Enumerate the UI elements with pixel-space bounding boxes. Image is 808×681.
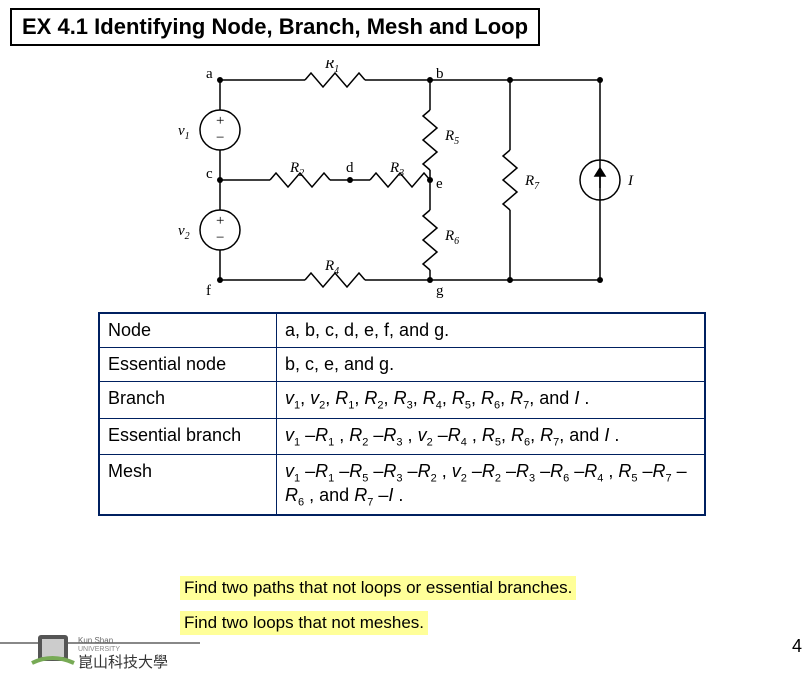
r5-label: R5 xyxy=(444,128,459,147)
v1-minus: − xyxy=(216,130,224,146)
r4-label: R4 xyxy=(324,258,339,277)
row-node-value: a, b, c, d, e, f, and g. xyxy=(277,313,706,348)
node-b-label: b xyxy=(436,66,444,82)
row-branch-label: Branch xyxy=(99,382,277,419)
v1-plus: + xyxy=(216,113,224,129)
row-mesh-label: Mesh xyxy=(99,455,277,516)
question-2: Find two loops that not meshes. xyxy=(180,611,428,635)
r6-label: R6 xyxy=(444,228,459,247)
svg-text:UNIVERSITY: UNIVERSITY xyxy=(78,646,120,653)
table-row: Mesh v1 –R1 –R5 –R3 –R2 , v2 –R2 –R3 –R6… xyxy=(99,455,705,516)
row-branch-value: v1, v2, R1, R2, R3, R4, R5, R6, R7, and … xyxy=(277,382,706,419)
row-essential-node-value: b, c, e, and g. xyxy=(277,348,706,382)
table-row: Essential branch v1 –R1 , R2 –R3 , v2 –R… xyxy=(99,418,705,455)
i-label: I xyxy=(627,173,634,189)
node-f-label: f xyxy=(206,283,211,299)
r1-label: R1 xyxy=(324,60,339,75)
v2-plus: + xyxy=(216,213,224,229)
svg-text:Kun Shan: Kun Shan xyxy=(78,636,113,645)
table-row: Branch v1, v2, R1, R2, R3, R4, R5, R6, R… xyxy=(99,382,705,419)
university-logo: Kun Shan UNIVERSITY 崑山科技大學 xyxy=(0,625,200,675)
row-mesh-value: v1 –R1 –R5 –R3 –R2 , v2 –R2 –R3 –R6 –R4 … xyxy=(277,455,706,516)
v1-label: v1 xyxy=(178,123,190,142)
slide-title: EX 4.1 Identifying Node, Branch, Mesh an… xyxy=(10,8,540,46)
row-essential-branch-label: Essential branch xyxy=(99,418,277,455)
node-c-label: c xyxy=(206,166,213,182)
page-number: 4 xyxy=(792,636,802,657)
svg-text:崑山科技大學: 崑山科技大學 xyxy=(78,653,168,671)
table-row: Essential node b, c, e, and g. xyxy=(99,348,705,382)
v2-label: v2 xyxy=(178,223,190,242)
table-row: Node a, b, c, d, e, f, and g. xyxy=(99,313,705,348)
question-1: Find two paths that not loops or essenti… xyxy=(180,576,576,600)
node-d-label: d xyxy=(346,160,354,176)
row-node-label: Node xyxy=(99,313,277,348)
v2-minus: − xyxy=(216,230,224,246)
definitions-table: Node a, b, c, d, e, f, and g. Essential … xyxy=(98,312,706,516)
row-essential-node-label: Essential node xyxy=(99,348,277,382)
node-a-label: a xyxy=(206,66,213,82)
node-g-label: g xyxy=(436,283,444,299)
r7-label: R7 xyxy=(524,173,540,192)
node-e-label: e xyxy=(436,176,443,192)
circuit-diagram: a b c d e f g R1 R2 R3 R4 R5 R6 R7 v1 v2… xyxy=(170,60,670,300)
row-essential-branch-value: v1 –R1 , R2 –R3 , v2 –R4 , R5, R6, R7, a… xyxy=(277,418,706,455)
